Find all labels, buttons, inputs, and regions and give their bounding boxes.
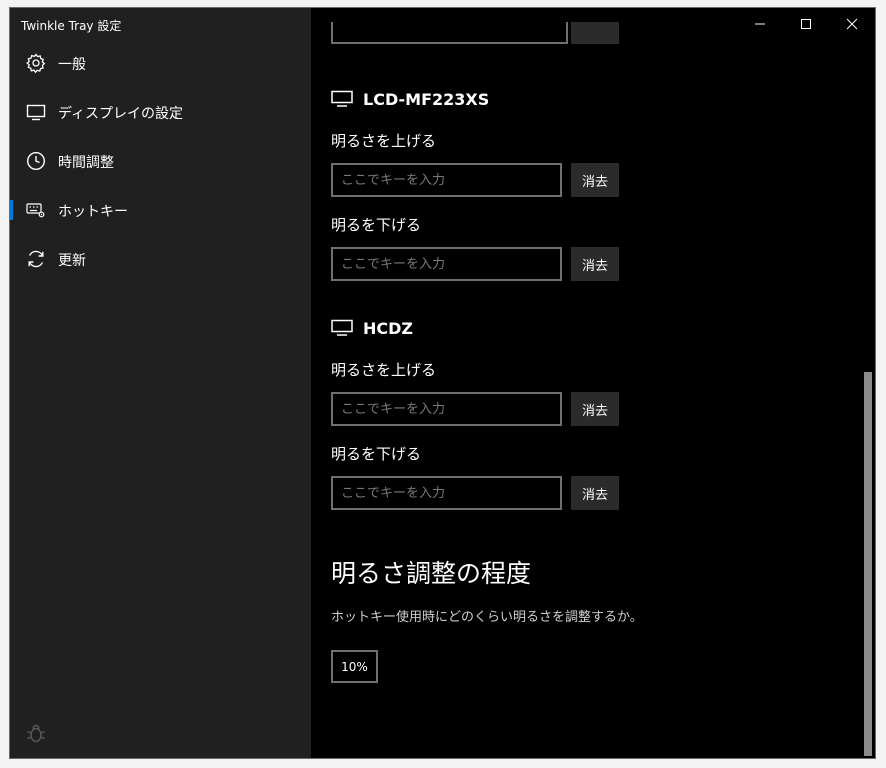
- clear-increase-button[interactable]: 消去: [571, 392, 619, 426]
- monitor-header: HCDZ: [331, 318, 413, 338]
- refresh-icon: [28, 250, 44, 268]
- window-controls: [737, 8, 875, 40]
- decrease-brightness-hotkey-input[interactable]: [331, 476, 562, 510]
- gear-icon: [26, 53, 46, 73]
- maximize-button[interactable]: [783, 8, 829, 40]
- decrease-brightness-label: 明るを下げる: [331, 216, 422, 234]
- minimize-icon: [755, 23, 765, 25]
- decrease-brightness-label: 明るを下げる: [331, 445, 422, 463]
- increase-brightness-hotkey-input[interactable]: [331, 392, 562, 426]
- sidebar-item-hotkeys[interactable]: ホットキー: [10, 190, 311, 230]
- monitor-hotkeys-section: LCD-MF223XS 明るさを上げる 消去 明るを下げる 消去: [331, 89, 731, 281]
- clear-increase-button[interactable]: 消去: [571, 163, 619, 197]
- scrollbar-thumb[interactable]: [864, 372, 872, 756]
- brightness-step-title: 明るさ調整の程度: [331, 559, 532, 588]
- monitor-icon: [331, 319, 353, 336]
- clock-icon: [26, 151, 46, 171]
- monitor-header: LCD-MF223XS: [331, 89, 489, 109]
- close-icon: [846, 18, 858, 30]
- clear-decrease-button[interactable]: 消去: [571, 247, 619, 281]
- window-title: Twinkle Tray 設定: [21, 19, 122, 33]
- monitor-name: HCDZ: [363, 318, 414, 338]
- monitor-hotkeys-section: HCDZ 明るさを上げる 消去 明るを下げる 消去: [331, 318, 731, 510]
- sidebar-item-label: ホットキー: [58, 204, 128, 220]
- bug-icon[interactable]: [26, 722, 46, 744]
- sidebar-item-display[interactable]: ディスプレイの設定: [10, 92, 311, 132]
- sidebar-item-time-adjust[interactable]: 時間調整: [10, 141, 311, 181]
- monitor-icon: [26, 104, 46, 121]
- sidebar-item-general[interactable]: 一般: [10, 43, 311, 83]
- sidebar-item-label: 一般: [58, 57, 86, 73]
- clear-button-partial[interactable]: [571, 22, 619, 44]
- settings-window: Twinkle Tray 設定 一般 ディスプレイの設定 時間調整 ホットキー …: [10, 8, 875, 758]
- brightness-step-description: ホットキー使用時にどのくらい明るさを調整するか。: [331, 610, 643, 625]
- content-pane: LCD-MF223XS 明るさを上げる 消去 明るを下げる 消去 HCDZ 明る…: [311, 8, 875, 758]
- monitor-icon: [331, 90, 353, 107]
- monitor-name: LCD-MF223XS: [363, 89, 490, 109]
- increase-brightness-label: 明るさを上げる: [331, 361, 437, 379]
- sidebar-item-label: 時間調整: [58, 155, 114, 171]
- sidebar-item-label: 更新: [58, 253, 86, 269]
- minimize-button[interactable]: [737, 8, 783, 40]
- brightness-step-select[interactable]: 10%: [331, 650, 378, 683]
- sidebar-item-update[interactable]: 更新: [10, 239, 311, 279]
- sidebar-item-label: ディスプレイの設定: [58, 106, 184, 122]
- increase-brightness-hotkey-input[interactable]: [331, 163, 562, 197]
- keyboard-gear-icon: [26, 203, 45, 218]
- hotkey-input-partial[interactable]: [331, 22, 568, 44]
- close-button[interactable]: [829, 8, 875, 40]
- decrease-brightness-hotkey-input[interactable]: [331, 247, 562, 281]
- clear-decrease-button[interactable]: 消去: [571, 476, 619, 510]
- maximize-icon: [801, 19, 811, 29]
- sidebar: Twinkle Tray 設定 一般 ディスプレイの設定 時間調整 ホットキー …: [10, 8, 311, 758]
- increase-brightness-label: 明るさを上げる: [331, 132, 437, 150]
